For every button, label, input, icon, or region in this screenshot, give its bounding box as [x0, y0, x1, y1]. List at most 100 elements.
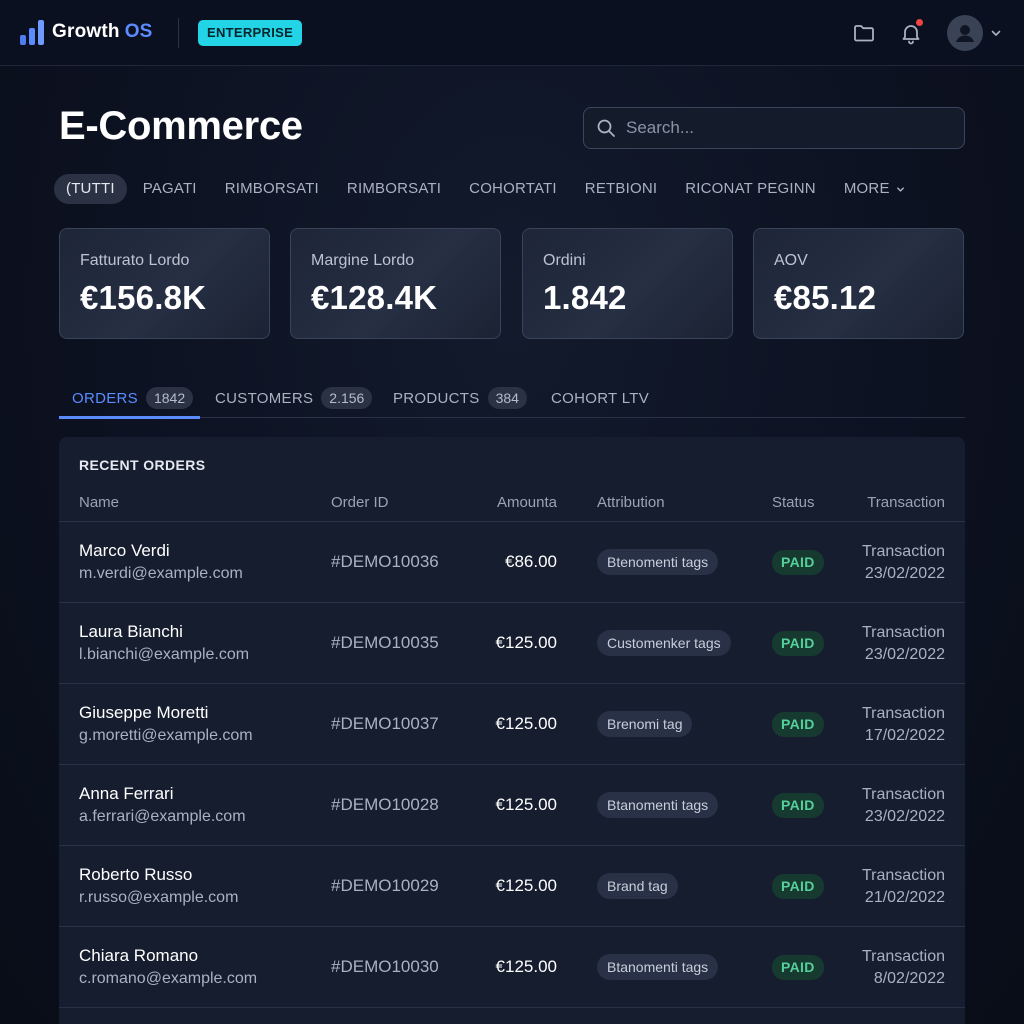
- panel-title: RECENT ORDERS: [79, 457, 206, 473]
- kpi-label: AOV: [774, 252, 808, 269]
- status-badge: PAID: [772, 550, 824, 575]
- order-id[interactable]: #DEMO10035: [331, 633, 439, 653]
- kpi-value: €128.4K: [311, 279, 438, 316]
- filter-paid[interactable]: PAGATI: [131, 174, 209, 204]
- table-row-divider: [59, 1007, 965, 1024]
- brand-name: Growth OS: [52, 21, 153, 42]
- transaction-cell: Transaction 17/02/2022: [862, 703, 945, 747]
- transaction-cell: Transaction 21/02/2022: [862, 865, 945, 909]
- table-row[interactable]: Giuseppe Moretti g.moretti@example.com #…: [59, 683, 965, 764]
- status-badge: PAID: [772, 874, 824, 899]
- filter-retention[interactable]: RETBIONI: [573, 174, 669, 204]
- order-amount: €125.00: [495, 714, 557, 733]
- customer-name: Anna Ferrari: [79, 784, 174, 803]
- column-header-transaction[interactable]: Transaction: [867, 494, 945, 511]
- customer-name: Laura Bianchi: [79, 622, 183, 641]
- transaction-cell: Transaction 23/02/2022: [862, 541, 945, 585]
- order-id[interactable]: #DEMO10037: [331, 714, 439, 734]
- column-header-attribution[interactable]: Attribution: [597, 494, 665, 511]
- user-avatar-icon[interactable]: [947, 15, 983, 51]
- filter-more-label: MORE: [843, 180, 890, 197]
- filter-refunded-2[interactable]: RIMBORSATI: [335, 174, 453, 204]
- order-amount: €125.00: [495, 633, 557, 652]
- search-input[interactable]: [626, 118, 926, 138]
- tab-cohort-ltv[interactable]: COHORT LTV: [538, 378, 662, 418]
- customer-name: Chiara Romano: [79, 946, 199, 965]
- brand-suffix: OS: [124, 21, 153, 42]
- transaction-label: Transaction: [862, 624, 945, 641]
- attribution-tag[interactable]: Brand tag: [597, 873, 678, 899]
- table-row[interactable]: Laura Bianchi l.bianchi@example.com #DEM…: [59, 602, 965, 683]
- table-row[interactable]: Roberto Russo r.russo@example.com #DEMO1…: [59, 845, 965, 926]
- table-row[interactable]: Anna Ferrari a.ferrari@example.com #DEMO…: [59, 764, 965, 845]
- kpi-card-gross-revenue[interactable]: Fatturato Lordo €156.8K: [59, 228, 270, 339]
- transaction-date: 23/02/2022: [864, 565, 945, 582]
- transaction-label: Transaction: [862, 705, 945, 722]
- tab-label: ORDERS: [72, 389, 138, 407]
- attribution-tag[interactable]: Brenomi tag: [597, 711, 693, 737]
- customer-name: Marco Verdi: [79, 541, 170, 560]
- transaction-label: Transaction: [862, 948, 945, 965]
- kpi-card-orders[interactable]: Ordini 1.842: [522, 228, 733, 339]
- kpi-card-gross-margin[interactable]: Margine Lordo €128.4K: [290, 228, 501, 339]
- kpi-value: €156.8K: [80, 279, 207, 316]
- header-divider: [178, 18, 179, 48]
- transaction-label: Transaction: [862, 867, 945, 884]
- transaction-cell: Transaction 23/02/2022: [862, 622, 945, 666]
- kpi-card-aov[interactable]: AOV €85.12: [753, 228, 964, 339]
- filter-riconat[interactable]: RICONAT PEGINN: [673, 174, 828, 204]
- attribution-tag[interactable]: Customenker tags: [597, 630, 731, 656]
- transaction-cell: Transaction 8/02/2022: [862, 946, 945, 990]
- transaction-label: Transaction: [862, 543, 945, 560]
- order-amount: €125.00: [495, 876, 557, 895]
- filter-refunded[interactable]: RIMBORSATI: [213, 174, 331, 204]
- column-header-amount[interactable]: Amounta: [497, 494, 557, 511]
- order-id[interactable]: #DEMO10028: [331, 795, 439, 815]
- customer-email: a.ferrari@example.com: [79, 808, 246, 825]
- attribution-tag[interactable]: Btenomenti tags: [597, 549, 719, 575]
- transaction-date: 17/02/2022: [864, 727, 945, 744]
- filter-cohort[interactable]: COHORTATI: [457, 174, 569, 204]
- tab-count: 1842: [145, 387, 194, 409]
- kpi-value: €85.12: [774, 279, 877, 316]
- order-amount: €125.00: [495, 795, 557, 814]
- kpi-label: Ordini: [543, 252, 586, 269]
- search-box[interactable]: [583, 107, 965, 149]
- tab-label: PRODUCTS: [393, 389, 480, 407]
- status-badge: PAID: [772, 631, 824, 656]
- transaction-date: 23/02/2022: [864, 646, 945, 663]
- customer-email: g.moretti@example.com: [79, 727, 253, 744]
- tab-count: 2.156: [321, 387, 373, 409]
- brand-logo[interactable]: Growth OS: [20, 18, 153, 46]
- tab-customers[interactable]: CUSTOMERS 2.156: [202, 378, 385, 418]
- tab-label: CUSTOMERS: [215, 389, 314, 407]
- column-header-status[interactable]: Status: [772, 494, 815, 511]
- recent-orders-panel: RECENT ORDERS Name Order ID Amounta Attr…: [59, 437, 965, 1024]
- tab-products[interactable]: PRODUCTS 384: [380, 378, 540, 418]
- folder-icon[interactable]: [852, 21, 876, 45]
- chevron-down-icon: [896, 186, 904, 192]
- filter-more[interactable]: MORE: [832, 174, 918, 204]
- column-header-name[interactable]: Name: [79, 494, 119, 511]
- tab-label: COHORT LTV: [551, 389, 650, 407]
- customer-email: r.russo@example.com: [79, 889, 239, 906]
- column-header-order-id[interactable]: Order ID: [331, 494, 389, 511]
- chevron-down-icon[interactable]: [989, 26, 1003, 40]
- filter-all[interactable]: (TUTTI: [54, 174, 127, 204]
- attribution-tag[interactable]: Btanomenti tags: [597, 792, 719, 818]
- order-id[interactable]: #DEMO10030: [331, 957, 439, 977]
- transaction-date: 8/02/2022: [873, 970, 945, 987]
- order-id[interactable]: #DEMO10036: [331, 552, 439, 572]
- notification-dot: [916, 19, 923, 26]
- status-badge: PAID: [772, 793, 824, 818]
- tab-count: 384: [487, 387, 527, 409]
- transaction-date: 21/02/2022: [864, 889, 945, 906]
- transaction-cell: Transaction 23/02/2022: [862, 784, 945, 828]
- tab-orders[interactable]: ORDERS 1842: [59, 378, 200, 419]
- attribution-tag[interactable]: Btanomenti tags: [597, 954, 719, 980]
- table-row[interactable]: Chiara Romano c.romano@example.com #DEMO…: [59, 926, 965, 1007]
- order-amount: €86.00: [505, 552, 557, 571]
- order-id[interactable]: #DEMO10029: [331, 876, 439, 896]
- table-row[interactable]: Marco Verdi m.verdi@example.com #DEMO100…: [59, 521, 965, 602]
- filter-bar: (TUTTI PAGATI RIMBORSATI RIMBORSATI COHO…: [54, 174, 922, 204]
